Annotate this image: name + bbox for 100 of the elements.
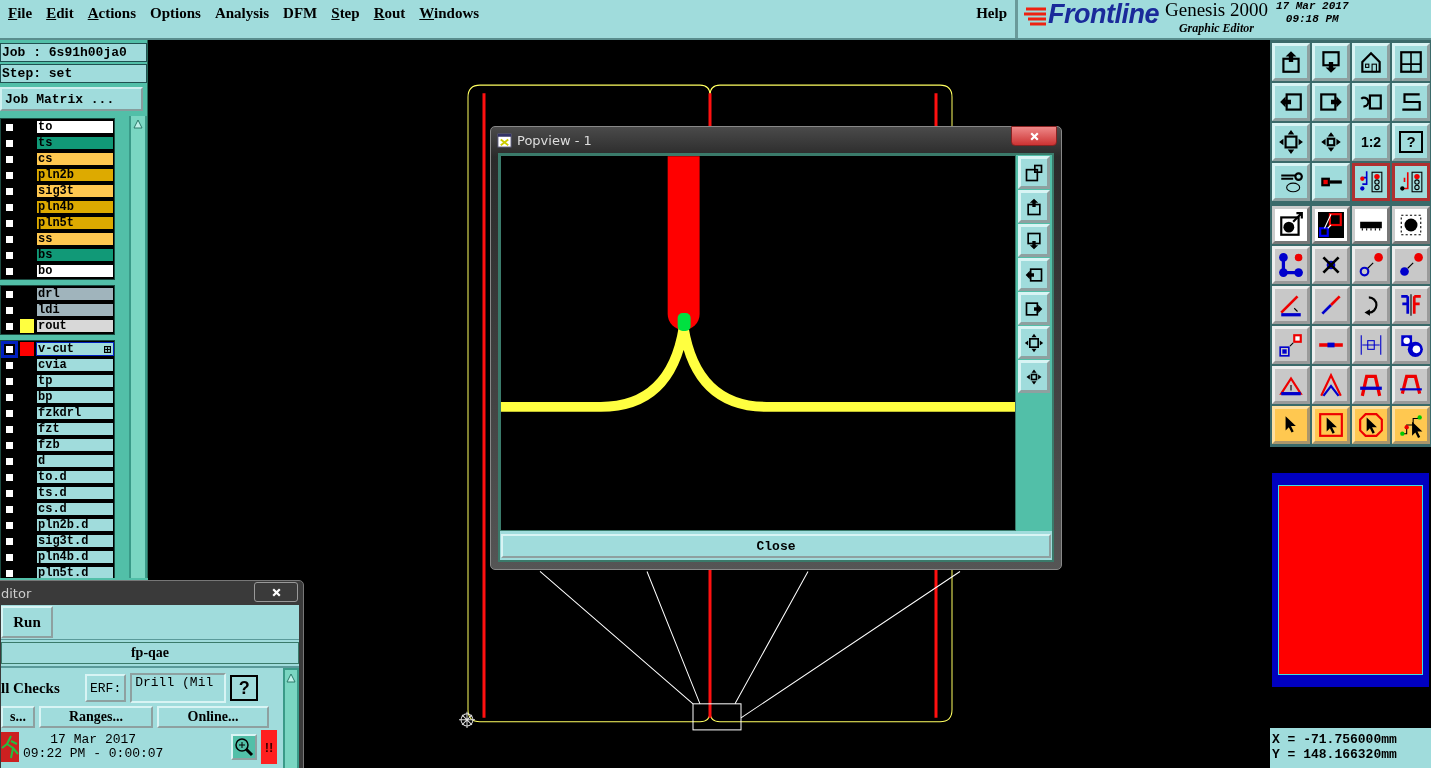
layer-name[interactable]: fzt: [36, 422, 115, 436]
layer-name[interactable]: pln2b: [36, 168, 115, 182]
layer-checkbox[interactable]: [4, 185, 15, 197]
expand-icon[interactable]: [104, 345, 112, 353]
layer-name[interactable]: sig3t.d: [36, 534, 115, 548]
layer-name[interactable]: bs: [36, 248, 115, 262]
layer-checkbox[interactable]: [4, 423, 15, 435]
view-tool-button[interactable]: [1018, 292, 1050, 325]
layer-name[interactable]: ldi: [36, 303, 115, 317]
layer-checkbox[interactable]: [4, 265, 15, 277]
scrollbar[interactable]: [283, 668, 299, 768]
layer-name[interactable]: bo: [36, 264, 115, 278]
layer-checkbox[interactable]: [4, 153, 15, 165]
view-tool-button[interactable]: [1018, 326, 1050, 359]
layer-checkbox[interactable]: [4, 535, 15, 547]
layer-checkbox[interactable]: [4, 567, 15, 579]
view-tool-button[interactable]: [1018, 190, 1050, 223]
layer-name[interactable]: pln4b: [36, 200, 115, 214]
job-matrix-button[interactable]: Job Matrix ...: [0, 87, 143, 111]
layer-name[interactable]: tp: [36, 374, 115, 388]
layer-name[interactable]: pln2b.d: [36, 518, 115, 532]
arch-icon: [1358, 372, 1384, 398]
layer-checkbox[interactable]: [4, 551, 15, 563]
scroll-up-icon[interactable]: [286, 672, 296, 684]
step-label: Step: set: [0, 64, 147, 83]
erf-field[interactable]: Drill (Mil: [130, 673, 227, 703]
tool-button[interactable]: [1392, 163, 1430, 201]
layer-name[interactable]: cs.d: [36, 502, 115, 516]
layer-checkbox[interactable]: [4, 288, 15, 300]
action-button[interactable]: Ranges...: [39, 706, 153, 728]
layer-name[interactable]: pln4b.d: [36, 550, 115, 564]
layer-name[interactable]: ss: [36, 232, 115, 246]
menu-item[interactable]: Analysis: [208, 3, 276, 24]
menu-item[interactable]: Options: [144, 3, 207, 24]
layer-name[interactable]: pln5t: [36, 216, 115, 230]
close-button[interactable]: Close: [501, 534, 1051, 558]
menu-item[interactable]: DFM: [277, 3, 324, 24]
layer-name[interactable]: sig3t: [36, 184, 115, 198]
scale-button[interactable]: 1:2: [1352, 123, 1390, 161]
layer-checkbox[interactable]: [4, 471, 15, 483]
help-menu[interactable]: Help: [970, 3, 1013, 24]
layer-checkbox[interactable]: [4, 320, 15, 332]
layer-name[interactable]: rout: [36, 319, 115, 333]
action-button[interactable]: Online...: [157, 706, 269, 728]
layer-name[interactable]: cvia: [36, 358, 115, 372]
line-segment-icon: [1318, 341, 1344, 349]
scroll-up-icon[interactable]: [133, 118, 144, 130]
circuit-lights-icon: [1398, 169, 1424, 195]
dimension-icon: [1358, 332, 1384, 358]
layer-name[interactable]: to.d: [36, 470, 115, 484]
layer-name[interactable]: fzb: [36, 438, 115, 452]
erf-button[interactable]: ERF:: [85, 674, 127, 702]
layer-name[interactable]: fzkdrl: [36, 406, 115, 420]
layer-checkbox[interactable]: [4, 503, 15, 515]
layer-checkbox[interactable]: [4, 455, 15, 467]
view-tool-button[interactable]: [1018, 258, 1050, 291]
layer-name[interactable]: ts.d: [36, 486, 115, 500]
menu-item[interactable]: Rout: [367, 3, 412, 24]
layer-checkbox[interactable]: [4, 217, 15, 229]
layer-checkbox[interactable]: [4, 359, 15, 371]
layer-checkbox[interactable]: [4, 121, 15, 133]
menu-item[interactable]: Step: [325, 3, 366, 24]
help-button[interactable]: ?: [230, 675, 259, 701]
view-tool-button[interactable]: [1018, 156, 1050, 189]
action-button[interactable]: s...: [1, 706, 35, 728]
help-button[interactable]: ?: [1392, 123, 1430, 161]
run-button[interactable]: Run: [1, 606, 53, 638]
menu-item[interactable]: Actions: [81, 3, 143, 24]
layer-checkbox[interactable]: [4, 201, 15, 213]
layer-checkbox[interactable]: [4, 137, 15, 149]
tool-button[interactable]: [1352, 163, 1390, 201]
view-tool-button[interactable]: [1018, 360, 1050, 393]
layer-checkbox[interactable]: [4, 519, 15, 531]
close-button[interactable]: [254, 582, 298, 602]
layer-name[interactable]: drl: [36, 287, 115, 301]
layer-checkbox[interactable]: [4, 375, 15, 387]
layer-name[interactable]: d: [36, 454, 115, 468]
layer-checkbox[interactable]: [4, 249, 15, 261]
layer-name[interactable]: cs: [36, 152, 115, 166]
layer-checkbox[interactable]: [4, 169, 15, 181]
layer-checkbox[interactable]: [4, 233, 15, 245]
layer-checkbox[interactable]: [4, 343, 15, 355]
scrollbar[interactable]: [129, 116, 147, 578]
layer-name[interactable]: ts: [36, 136, 115, 150]
menu-item[interactable]: Edit: [40, 3, 80, 24]
layer-checkbox[interactable]: [4, 391, 15, 403]
layer-checkbox[interactable]: [4, 439, 15, 451]
view-tool-button[interactable]: [1018, 224, 1050, 257]
layer-name[interactable]: bp: [36, 390, 115, 404]
house-icon: [1358, 49, 1384, 75]
menu-item[interactable]: File: [2, 3, 39, 24]
layer-name[interactable]: to: [36, 120, 115, 134]
zoom-button[interactable]: [231, 734, 257, 760]
nodes-icon: [1278, 252, 1304, 278]
layer-checkbox[interactable]: [4, 304, 15, 316]
menu-item[interactable]: Windows: [413, 3, 486, 24]
close-button[interactable]: [1011, 126, 1057, 146]
layer-name[interactable]: v-cut: [36, 342, 115, 356]
layer-checkbox[interactable]: [4, 487, 15, 499]
layer-checkbox[interactable]: [4, 407, 15, 419]
